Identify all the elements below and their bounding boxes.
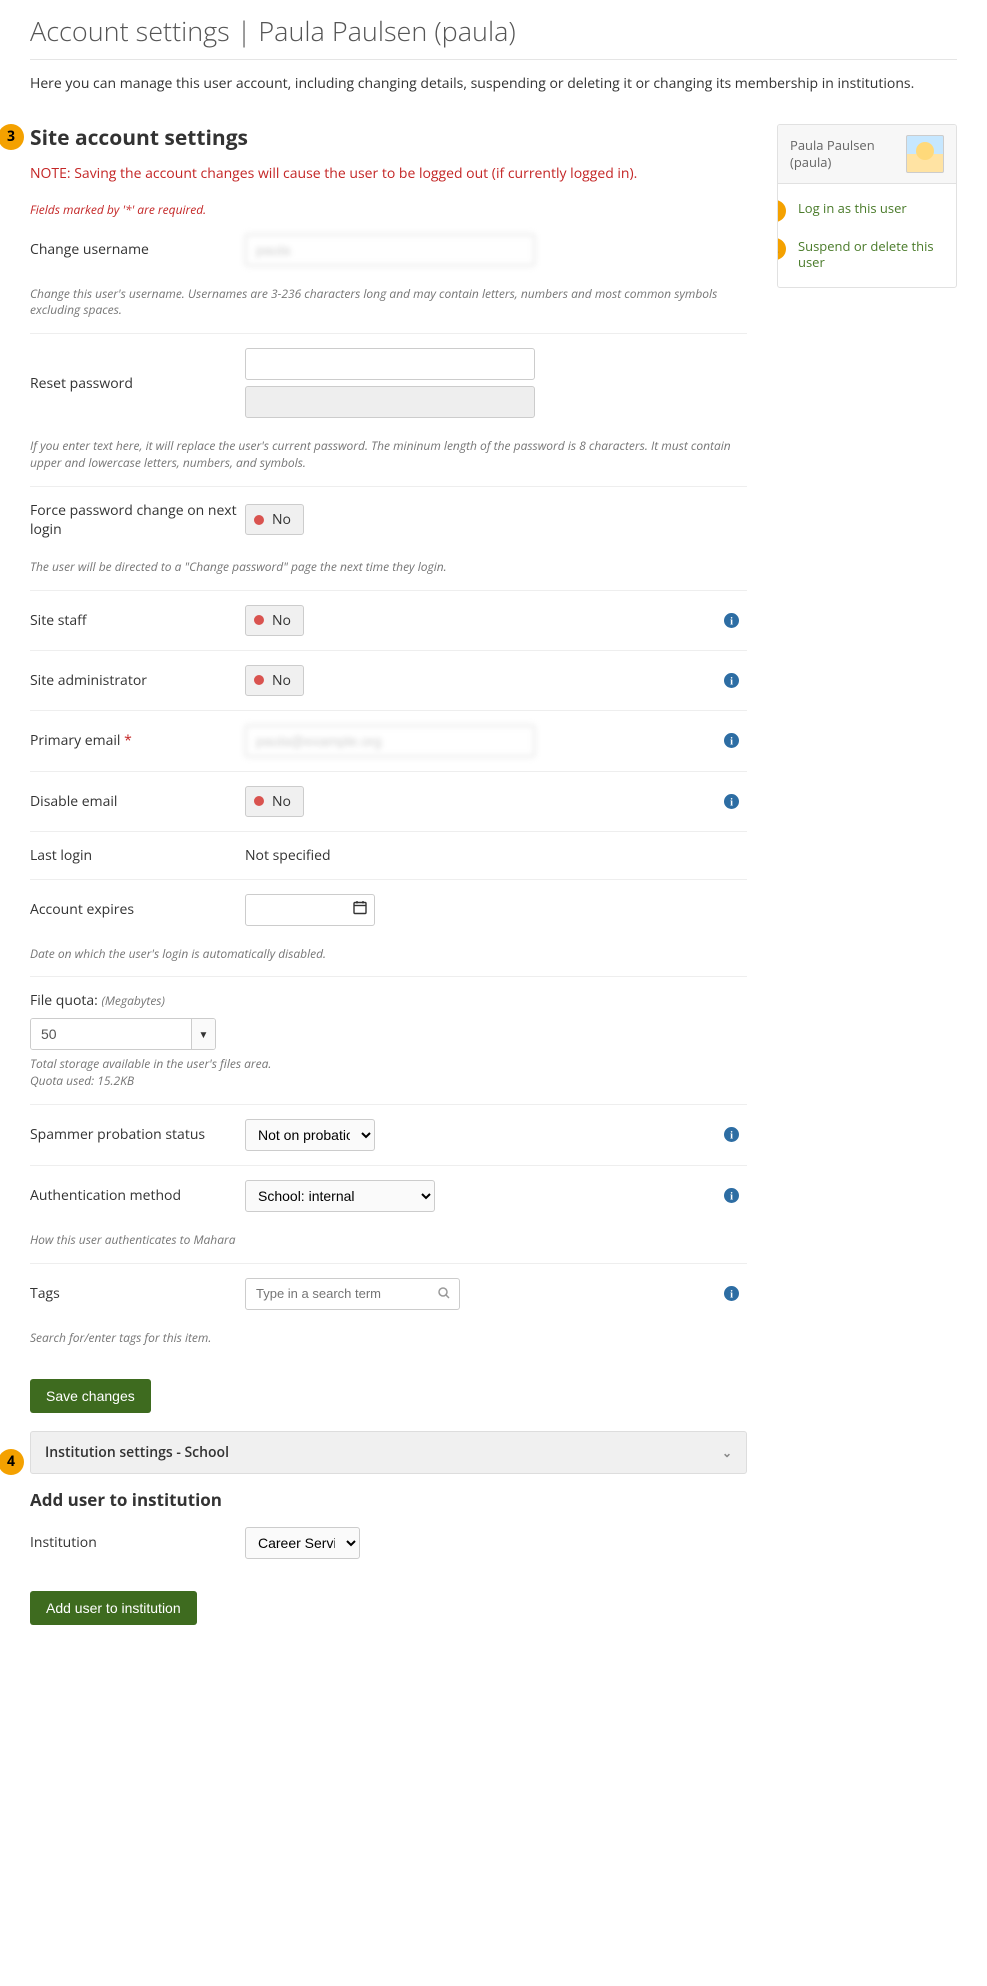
save-button[interactable]: Save changes	[30, 1379, 151, 1413]
suspend-delete-link[interactable]: 2 Suspend or delete this user	[778, 230, 956, 280]
section-heading: Site account settings	[30, 124, 747, 152]
file-quota-input-group[interactable]: ▼	[30, 1018, 216, 1050]
auth-label: Authentication method	[30, 1186, 245, 1205]
svg-text:i: i	[730, 1192, 733, 1203]
toggle-off-icon	[254, 615, 264, 625]
page-title: Account settings | Paula Paulsen (paula)	[30, 0, 957, 60]
step-badge-1: 1	[777, 200, 786, 222]
step-badge-2: 2	[777, 238, 786, 260]
auth-select[interactable]: School: internal	[245, 1180, 435, 1212]
change-username-input[interactable]	[245, 234, 535, 266]
site-staff-toggle[interactable]: No	[245, 605, 304, 636]
file-quota-input[interactable]	[31, 1019, 191, 1049]
tags-desc: Search for/enter tags for this item.	[30, 1324, 747, 1361]
step-badge-3: 3	[0, 124, 24, 150]
file-quota-label: File quota: (Megabytes)	[30, 991, 747, 1010]
svg-text:i: i	[730, 736, 733, 747]
disable-email-toggle[interactable]: No	[245, 786, 304, 817]
required-note: Fields marked by '*' are required.	[30, 201, 747, 218]
logout-note: NOTE: Saving the account changes will ca…	[30, 164, 747, 183]
user-card-name: Paula Paulsen (paula)	[790, 137, 875, 171]
svg-text:i: i	[730, 1290, 733, 1301]
info-icon[interactable]: i	[723, 672, 739, 688]
spam-label: Spammer probation status	[30, 1125, 245, 1144]
institution-label: Institution	[30, 1533, 245, 1552]
force-pw-desc: The user will be directed to a "Change p…	[30, 553, 747, 591]
info-icon[interactable]: i	[723, 612, 739, 628]
toggle-off-icon	[254, 675, 264, 685]
institution-select[interactable]: Career Service	[245, 1527, 360, 1559]
reset-password-desc: If you enter text here, it will replace …	[30, 432, 747, 487]
last-login-value: Not specified	[245, 846, 331, 865]
primary-email-label: Primary email *	[30, 731, 245, 750]
last-login-label: Last login	[30, 846, 245, 865]
file-quota-desc: Total storage available in the user's fi…	[30, 1050, 747, 1105]
account-expires-desc: Date on which the user's login is automa…	[30, 940, 747, 978]
reset-password-input[interactable]	[245, 348, 535, 380]
info-icon[interactable]: i	[723, 1127, 739, 1143]
svg-text:i: i	[730, 1131, 733, 1142]
chevron-down-icon[interactable]: ▼	[191, 1019, 215, 1049]
svg-text:i: i	[730, 676, 733, 687]
change-username-label: Change username	[30, 240, 245, 259]
user-card: Paula Paulsen (paula) 1 Log in as this u…	[777, 124, 957, 289]
toggle-off-icon	[254, 796, 264, 806]
info-icon[interactable]: i	[723, 1286, 739, 1302]
reset-password-label: Reset password	[30, 374, 245, 393]
site-admin-toggle[interactable]: No	[245, 665, 304, 696]
login-as-link[interactable]: 1 Log in as this user	[778, 192, 956, 230]
calendar-icon[interactable]	[353, 900, 367, 919]
info-icon[interactable]: i	[723, 733, 739, 749]
step-badge-4: 4	[0, 1449, 24, 1475]
search-icon	[438, 1285, 450, 1303]
add-institution-heading: Add user to institution	[30, 1488, 747, 1511]
svg-text:i: i	[730, 616, 733, 627]
toggle-off-icon	[254, 515, 264, 525]
institution-collapse-title: Institution settings - School	[45, 1443, 229, 1462]
primary-email-input[interactable]	[245, 725, 535, 757]
force-pw-toggle[interactable]: No	[245, 504, 304, 535]
tags-label: Tags	[30, 1284, 245, 1303]
spam-select[interactable]: Not on probation	[245, 1119, 375, 1151]
page-intro: Here you can manage this user account, i…	[30, 74, 957, 94]
tags-search-input[interactable]	[245, 1278, 460, 1310]
reset-password-confirm-input[interactable]	[245, 386, 535, 418]
site-admin-label: Site administrator	[30, 671, 245, 690]
svg-text:i: i	[730, 797, 733, 808]
site-staff-label: Site staff	[30, 611, 245, 630]
disable-email-label: Disable email	[30, 792, 245, 811]
auth-desc: How this user authenticates to Mahara	[30, 1226, 747, 1264]
info-icon[interactable]: i	[723, 793, 739, 809]
force-pw-label: Force password change on next login	[30, 501, 245, 539]
change-username-desc: Change this user's username. Usernames a…	[30, 280, 747, 335]
info-icon[interactable]: i	[723, 1188, 739, 1204]
add-institution-button[interactable]: Add user to institution	[30, 1591, 197, 1625]
institution-collapse[interactable]: Institution settings - School ⌄	[30, 1431, 747, 1474]
account-expires-label: Account expires	[30, 900, 245, 919]
avatar	[906, 135, 944, 173]
chevron-down-icon: ⌄	[722, 1444, 732, 1461]
